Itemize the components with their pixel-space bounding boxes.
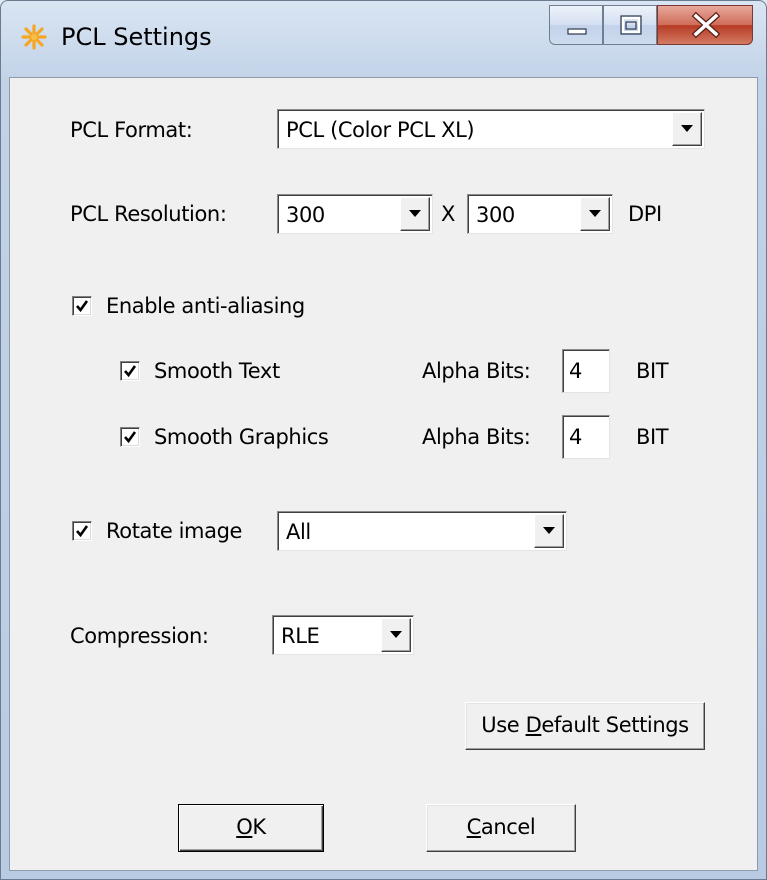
chevron-down-icon <box>409 210 421 217</box>
cancel-mnemonic: C <box>466 815 482 839</box>
smooth-text-alpha-label: Alpha Bits: <box>422 359 531 383</box>
ok-mnemonic: O <box>236 815 253 839</box>
use-default-mnemonic: D <box>525 713 542 737</box>
rotate-image-dropdown[interactable]: All <box>277 511 567 551</box>
rotate-image-checkbox[interactable] <box>72 521 92 541</box>
cancel-button[interactable]: Cancel <box>426 804 576 852</box>
smooth-text-alpha-input[interactable]: 4 <box>562 349 610 393</box>
compression-dropdown[interactable]: RLE <box>272 615 414 655</box>
resolution-unit: DPI <box>628 202 662 226</box>
smooth-graphics-alpha-label: Alpha Bits: <box>422 425 531 449</box>
minimize-button[interactable] <box>549 5 603 45</box>
anti-aliasing-label[interactable]: Enable anti-aliasing <box>106 294 305 318</box>
ok-button[interactable]: OK <box>178 804 324 852</box>
window-title: PCL Settings <box>61 23 212 51</box>
pcl-resolution-y-value: 300 <box>476 203 515 227</box>
rotate-image-value: All <box>286 520 311 544</box>
use-default-post: efault Settings <box>541 713 689 737</box>
sunburst-icon <box>21 24 47 50</box>
pcl-resolution-x-dropdown[interactable]: 300 <box>277 194 433 234</box>
rotate-image-label[interactable]: Rotate image <box>106 519 242 543</box>
compression-label: Compression: <box>70 624 209 648</box>
chevron-down-icon <box>543 527 555 534</box>
pcl-format-value: PCL (Color PCL XL) <box>286 118 475 142</box>
pcl-resolution-x-dropdown-arrow[interactable] <box>400 197 430 231</box>
smooth-graphics-alpha-input[interactable]: 4 <box>562 415 610 459</box>
checkmark-icon <box>124 365 137 378</box>
pcl-resolution-y-dropdown-arrow[interactable] <box>580 197 610 231</box>
close-icon <box>691 11 721 39</box>
smooth-graphics-unit: BIT <box>636 425 669 449</box>
anti-aliasing-checkbox[interactable] <box>72 296 92 316</box>
pcl-resolution-label: PCL Resolution: <box>70 202 227 226</box>
pcl-resolution-y-dropdown[interactable]: 300 <box>467 194 613 234</box>
pcl-format-dropdown-arrow[interactable] <box>672 112 702 146</box>
ok-post: K <box>252 815 266 839</box>
smooth-text-label[interactable]: Smooth Text <box>154 359 280 383</box>
dialog-client-area: PCL Format: PCL (Color PCL XL) PCL Resol… <box>9 77 758 871</box>
chevron-down-icon <box>390 631 402 638</box>
cancel-post: ancel <box>480 815 536 839</box>
smooth-text-checkbox[interactable] <box>120 361 140 381</box>
chevron-down-icon <box>589 210 601 217</box>
title-bar[interactable]: PCL Settings <box>1 1 766 77</box>
minimize-icon <box>567 28 587 35</box>
resolution-separator: X <box>441 202 455 226</box>
dialog-window: PCL Settings PCL Format: PCL (Color PCL … <box>0 0 767 880</box>
checkmark-icon <box>76 525 89 538</box>
smooth-graphics-checkbox[interactable] <box>120 427 140 447</box>
chevron-down-icon <box>681 125 693 132</box>
compression-dropdown-arrow[interactable] <box>381 618 411 652</box>
compression-value: RLE <box>281 624 320 648</box>
use-default-pre: Use <box>481 713 526 737</box>
pcl-resolution-x-value: 300 <box>286 203 325 227</box>
close-button[interactable] <box>657 5 753 45</box>
pcl-format-dropdown[interactable]: PCL (Color PCL XL) <box>277 109 705 149</box>
rotate-image-dropdown-arrow[interactable] <box>534 514 564 548</box>
pcl-format-label: PCL Format: <box>70 118 193 142</box>
checkmark-icon <box>76 300 89 313</box>
smooth-text-unit: BIT <box>636 359 669 383</box>
maximize-button[interactable] <box>603 5 657 45</box>
smooth-graphics-label[interactable]: Smooth Graphics <box>154 425 329 449</box>
use-default-settings-button[interactable]: Use Default Settings <box>465 702 705 750</box>
checkmark-icon <box>124 431 137 444</box>
maximize-icon <box>620 15 642 35</box>
